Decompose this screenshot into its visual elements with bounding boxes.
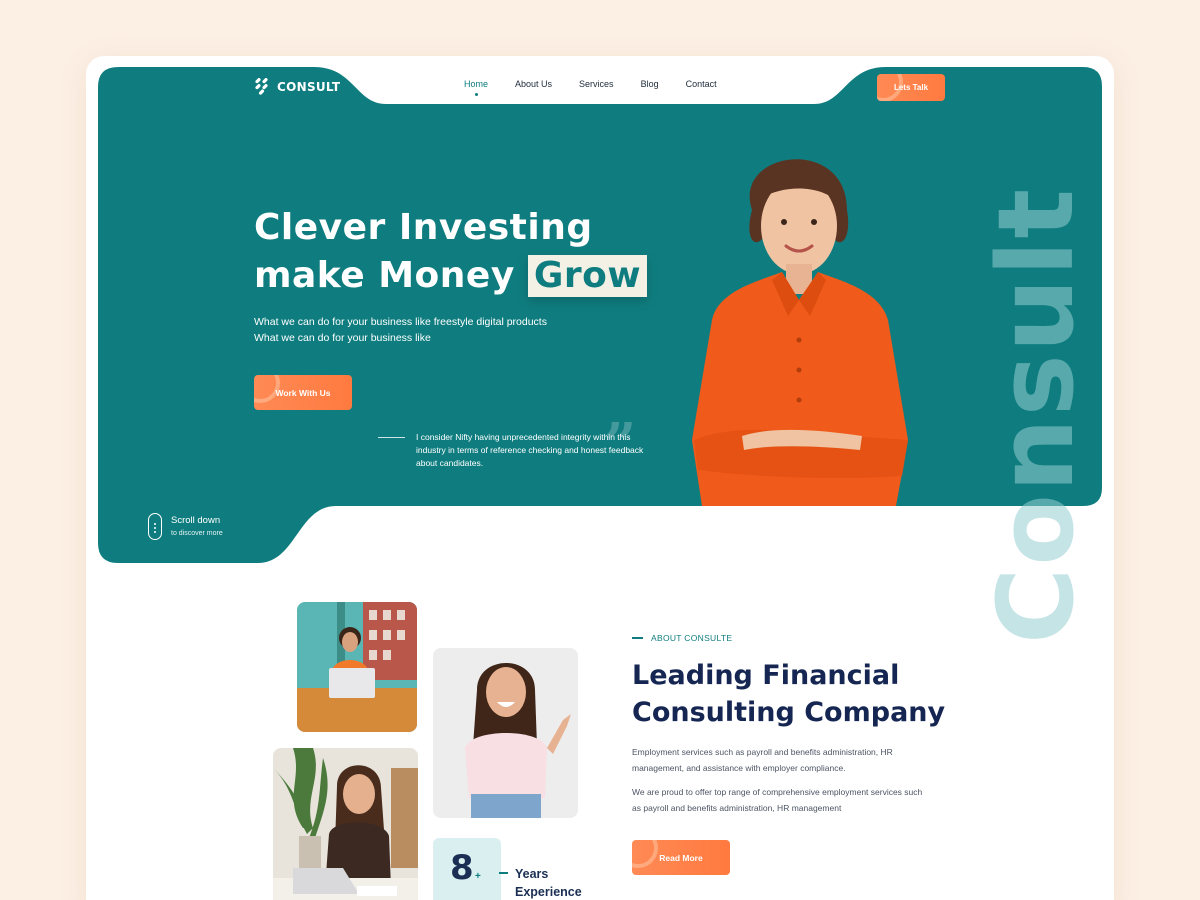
about-paragraph-1: Employment services such as payroll and … xyxy=(632,747,893,773)
hero-title-line1: Clever Investing xyxy=(254,207,593,248)
about-image-pointing-woman xyxy=(433,648,578,818)
nav-home[interactable]: Home xyxy=(464,79,488,96)
quote-mark-icon: ” xyxy=(604,411,637,477)
hero-title: Clever Investing make Money Grow xyxy=(254,204,648,300)
hero-woman-image xyxy=(692,159,908,506)
read-more-label: Read More xyxy=(659,852,703,863)
work-with-us-button[interactable]: Work With Us xyxy=(254,375,352,410)
hero-title-line2: make Money xyxy=(254,255,515,296)
about-image-desk-woman xyxy=(273,748,418,900)
experience-number: 8 xyxy=(450,848,474,888)
about-title: Leading Financial Consulting Company xyxy=(632,657,945,731)
mouse-icon xyxy=(148,513,162,540)
experience-dash xyxy=(499,872,508,874)
lets-talk-button[interactable]: Lets Talk xyxy=(877,74,945,101)
nav-services[interactable]: Services xyxy=(579,79,614,89)
about-title-line1: Leading Financial xyxy=(632,660,900,691)
page-card: Consult CONSULT Home About Us Services B… xyxy=(86,56,1114,900)
scroll-down-subtitle: to discover more xyxy=(171,530,223,537)
work-with-us-label: Work With Us xyxy=(275,387,331,398)
about-title-line2: Consulting Company xyxy=(632,697,946,728)
scroll-down-title: Scroll down xyxy=(171,515,221,526)
eyebrow-line xyxy=(632,637,643,639)
nav-contact[interactable]: Contact xyxy=(686,79,717,89)
vertical-watermark-text: Consult xyxy=(975,186,1097,644)
experience-label: Years Experience xyxy=(515,865,582,900)
experience-label-line1: Years xyxy=(515,867,549,881)
about-eyebrow: ABOUT CONSULTE xyxy=(632,633,732,643)
quote-divider xyxy=(378,437,405,438)
hero-title-highlight: Grow xyxy=(527,255,648,297)
logo-text: CONSULT xyxy=(277,79,341,94)
nav-blog[interactable]: Blog xyxy=(641,79,659,89)
logo-icon xyxy=(255,78,268,95)
main-nav: Home About Us Services Blog Contact xyxy=(464,79,717,96)
eyebrow-text: ABOUT CONSULTE xyxy=(651,633,733,643)
lets-talk-label: Lets Talk xyxy=(893,83,929,92)
logo[interactable]: CONSULT xyxy=(254,78,340,95)
read-more-button[interactable]: Read More xyxy=(632,840,730,875)
about-image-laptop-woman xyxy=(297,602,417,732)
nav-about-us[interactable]: About Us xyxy=(515,79,552,89)
experience-plus: + xyxy=(475,871,481,882)
hero-background xyxy=(98,67,1102,563)
scroll-down-indicator[interactable]: Scroll down to discover more xyxy=(148,513,223,540)
experience-label-line2: Experience xyxy=(515,885,582,899)
hero-subtitle: What we can do for your business like fr… xyxy=(254,316,547,344)
about-paragraph-2: We are proud to offer top range of compr… xyxy=(632,787,923,813)
button-decoration xyxy=(632,840,658,868)
